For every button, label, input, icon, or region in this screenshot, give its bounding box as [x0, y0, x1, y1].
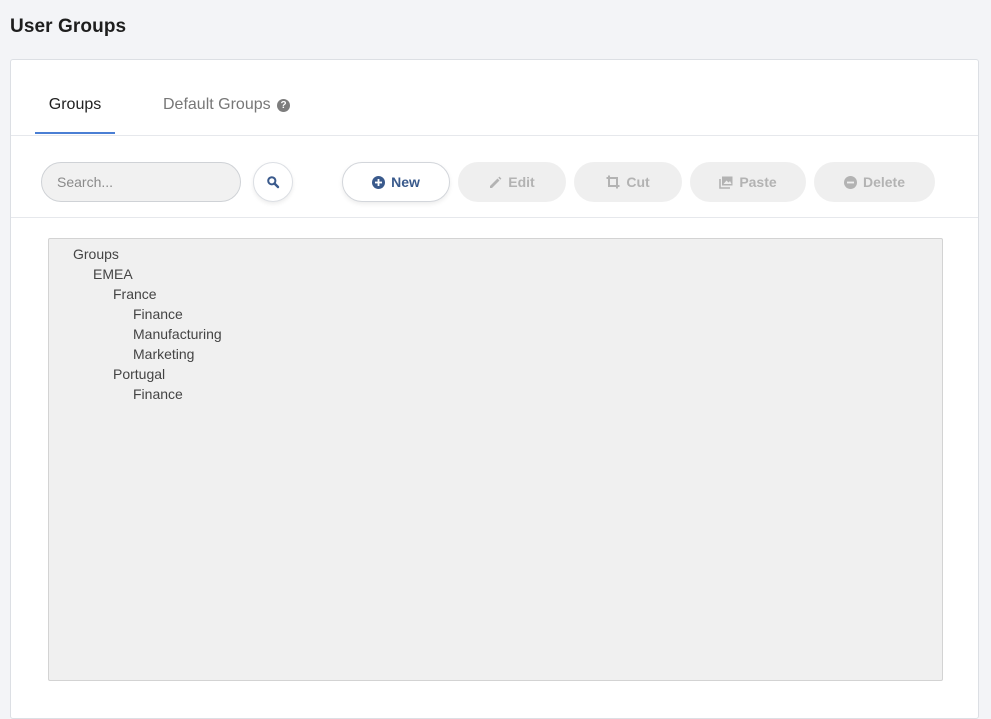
images-icon [719, 176, 733, 189]
plus-circle-icon [372, 175, 386, 189]
help-circle-icon[interactable]: ? [277, 99, 291, 112]
paste-button[interactable]: Paste [690, 162, 806, 202]
tab-default-groups[interactable]: Default Groups ? [163, 96, 291, 134]
new-button-label: New [391, 174, 420, 190]
minus-circle-icon [843, 175, 857, 189]
group-tree: Groups EMEA France Finance Manufacturing… [48, 238, 943, 681]
tree-node[interactable]: Finance [133, 384, 183, 404]
user-groups-panel: Groups Default Groups ? New [10, 59, 979, 719]
tab-groups[interactable]: Groups [35, 96, 115, 134]
crop-icon [606, 175, 620, 189]
tree-node[interactable]: Groups [73, 244, 119, 264]
cut-button[interactable]: Cut [574, 162, 682, 202]
cut-button-label: Cut [626, 174, 650, 190]
edit-button-label: Edit [508, 174, 535, 190]
tab-bar: Groups Default Groups ? [11, 60, 978, 136]
tab-default-groups-label: Default Groups [163, 96, 271, 113]
tree-node[interactable]: Marketing [133, 344, 194, 364]
tree-node[interactable]: Portugal [113, 364, 165, 384]
tree-node[interactable]: Manufacturing [133, 324, 222, 344]
tab-groups-label: Groups [48, 96, 102, 113]
toolbar: New Edit Cut Paste [11, 135, 978, 218]
delete-button-label: Delete [862, 174, 906, 190]
paste-button-label: Paste [739, 174, 777, 190]
tree-node[interactable]: Finance [133, 304, 183, 324]
search-input[interactable] [41, 162, 241, 202]
edit-button[interactable]: Edit [458, 162, 566, 202]
tree-node[interactable]: EMEA [93, 264, 133, 284]
pencil-icon [490, 176, 502, 188]
search-icon [267, 176, 280, 189]
delete-button[interactable]: Delete [814, 162, 935, 202]
page-title: User Groups [10, 16, 127, 37]
tree-node[interactable]: France [113, 284, 157, 304]
new-button[interactable]: New [342, 162, 450, 202]
search-button[interactable] [253, 162, 293, 202]
